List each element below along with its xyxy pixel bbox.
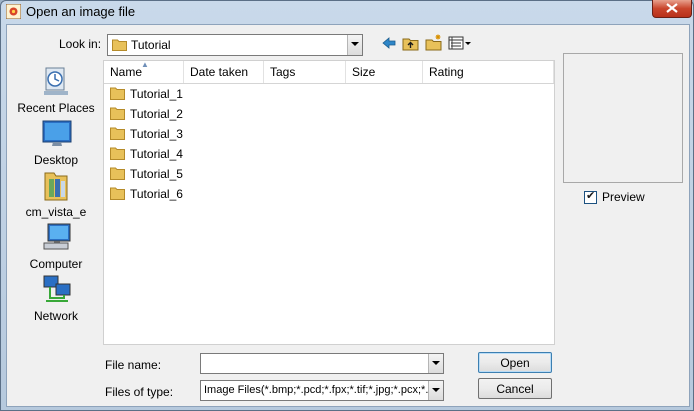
app-icon: [6, 4, 21, 19]
title-bar[interactable]: Open an image file: [1, 0, 693, 23]
col-name[interactable]: Name ▲: [104, 60, 184, 83]
close-button[interactable]: [652, 0, 692, 18]
place-recent-places[interactable]: Recent Places: [11, 65, 101, 115]
preview-checkbox[interactable]: [584, 189, 597, 204]
look-in-label: Look in:: [59, 37, 102, 51]
file-name: Tutorial_6: [130, 187, 183, 201]
user-folder-icon: [44, 172, 68, 201]
folder-icon: [110, 147, 125, 160]
cancel-button[interactable]: Cancel: [478, 378, 552, 399]
file-name-field[interactable]: [200, 353, 444, 374]
place-computer[interactable]: Computer: [11, 221, 101, 271]
chevron-down-icon[interactable]: [428, 381, 443, 400]
col-tags[interactable]: Tags: [264, 61, 346, 83]
preview-label: Preview: [602, 190, 645, 204]
folder-icon: [110, 187, 125, 200]
files-of-type-label: Files of type:: [105, 385, 174, 399]
computer-icon: [43, 223, 71, 250]
folder-icon: [110, 107, 125, 120]
sort-ascending-icon: ▲: [141, 60, 149, 69]
look-in-value: Tutorial: [131, 38, 171, 52]
place-label: Computer: [29, 257, 83, 271]
place-label: cm_vista_e: [25, 205, 87, 219]
folder-icon: [112, 39, 127, 51]
new-folder-icon[interactable]: [425, 34, 443, 52]
look-in-dropdown[interactable]: Tutorial: [107, 34, 363, 56]
window-title: Open an image file: [26, 4, 136, 19]
back-arrow-icon[interactable]: [381, 34, 397, 52]
col-date-taken[interactable]: Date taken: [184, 61, 264, 83]
place-label: Network: [33, 309, 78, 323]
chevron-down-icon[interactable]: [347, 35, 362, 55]
file-name: Tutorial_5: [130, 167, 183, 181]
file-name: Tutorial_4: [130, 147, 183, 161]
open-button[interactable]: Open: [478, 352, 552, 373]
col-rating[interactable]: Rating: [423, 61, 554, 83]
file-name: Tutorial_2: [130, 107, 183, 121]
files-of-type-value: Image Files(*.bmp;*.pcd;*.fpx;*.tif;*.jp…: [204, 384, 428, 396]
dialog-body: Look in: Tutorial Recent Places Desktop …: [6, 24, 690, 407]
file-name: Tutorial_3: [130, 127, 183, 141]
files-of-type-dropdown[interactable]: Image Files(*.bmp;*.pcd;*.fpx;*.tif;*.jp…: [200, 380, 444, 401]
place-cm-vista-e[interactable]: cm_vista_e: [11, 169, 101, 219]
place-desktop[interactable]: Desktop: [11, 117, 101, 167]
network-icon: [43, 275, 71, 302]
up-folder-icon[interactable]: [402, 34, 420, 52]
place-label: Recent Places: [17, 101, 95, 115]
col-size[interactable]: Size: [346, 61, 423, 83]
desktop-icon: [42, 120, 72, 146]
folder-icon: [110, 127, 125, 140]
recent-places-icon: [44, 67, 68, 95]
folder-icon: [110, 87, 125, 100]
file-name-label: File name:: [105, 358, 162, 372]
file-name: Tutorial_1: [130, 87, 183, 101]
chevron-down-icon[interactable]: [428, 354, 443, 373]
close-icon: [666, 3, 678, 13]
place-network[interactable]: Network: [11, 273, 101, 323]
column-header: Name ▲ Date taken Tags Size Rating: [104, 60, 554, 84]
open-image-dialog: Open an image file Look in: Tutorial Rec…: [0, 0, 694, 411]
preview-pane: [563, 53, 683, 183]
view-menu-icon[interactable]: [448, 34, 472, 52]
place-label: Desktop: [33, 153, 79, 167]
folder-icon: [110, 167, 125, 180]
file-list[interactable]: Name ▲ Date taken Tags Size Rating Tutor…: [103, 60, 555, 345]
